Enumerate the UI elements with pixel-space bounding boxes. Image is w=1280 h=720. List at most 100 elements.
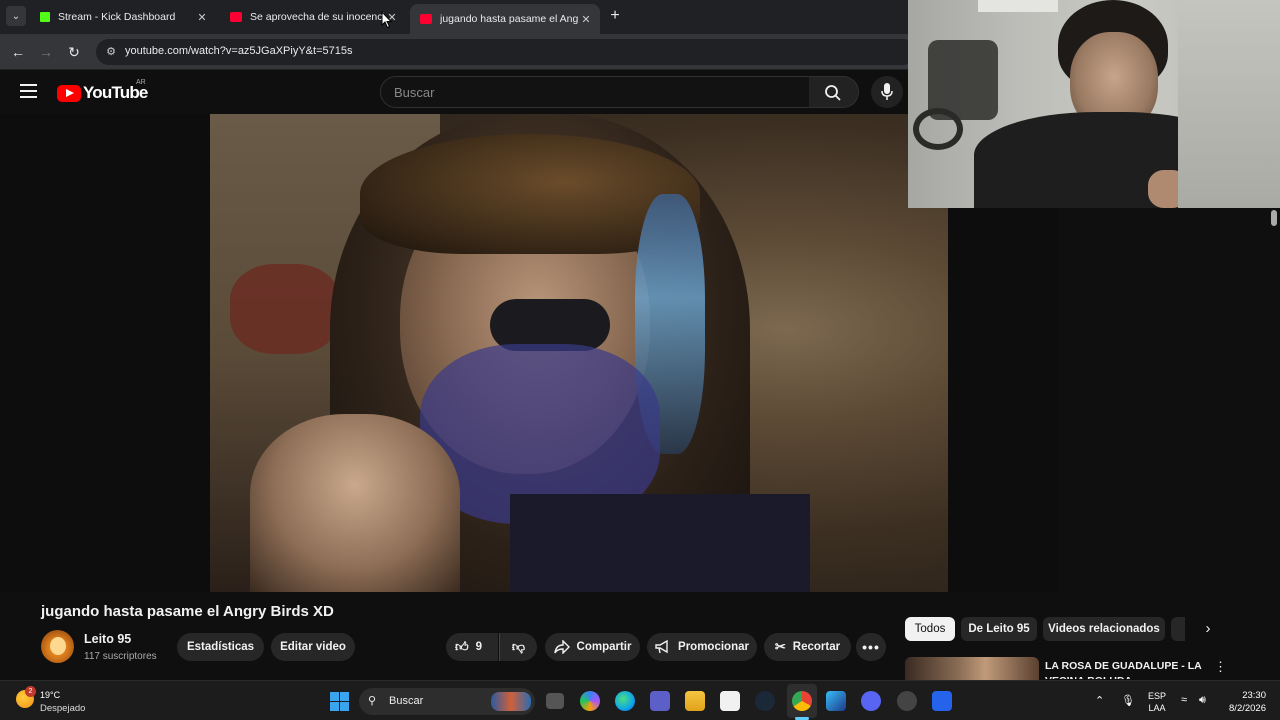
wifi-icon[interactable]: ≈ [1181,694,1187,706]
chip-videos-relacionados[interactable]: Videos relacionados [1043,617,1165,641]
chevron-right-icon[interactable]: › [1196,617,1220,641]
clock-time: 23:30 [1242,690,1266,701]
photos-icon[interactable] [826,691,846,711]
chip-de-leito-95[interactable]: De Leito 95 [961,617,1037,641]
input-language[interactable]: ESP LAA [1148,690,1166,714]
search-icon [825,85,841,101]
chip-partial[interactable] [1171,617,1185,641]
microphone-icon [881,83,893,100]
video-title: jugando hasta pasame el Angry Birds XD [41,603,334,620]
recommendation-thumbnail[interactable] [905,657,1039,680]
youtube-logo-text: YouTube [83,83,148,102]
system-clock[interactable]: 23:30 8/2/2026 [1222,689,1266,715]
search-input[interactable]: Buscar [380,76,810,108]
weather-condition[interactable]: Despejado [40,703,85,714]
new-tab-icon[interactable]: + [606,7,624,25]
youtube-play-icon [57,84,81,102]
chrome-icon[interactable] [792,691,812,711]
kick-icon [40,12,50,22]
clip-button[interactable]: ✂ Recortar [764,633,851,661]
promote-button[interactable]: Promocionar [647,633,757,661]
youtube-icon [420,14,432,24]
copilot-icon[interactable] [580,691,600,711]
close-tab-icon[interactable]: ✕ [194,11,210,24]
tab-title: Stream - Kick Dashboard [58,11,176,23]
promote-button-label: Promocionar [678,641,749,653]
forward-arrow-icon[interactable]: → [36,42,56,62]
recommendation-title[interactable]: LA ROSA DE GUADALUPE - LA VECINA BOLUDA [1045,659,1205,679]
share-icon [553,640,570,654]
edge-browser-icon[interactable] [615,691,635,711]
webcam-overlay [908,0,1280,208]
megaphone-icon [655,640,668,654]
keyboard-layout: LAA [1148,703,1166,713]
teams-icon[interactable] [650,691,670,711]
clip-button-label: Recortar [792,641,841,653]
youtube-logo[interactable]: YouTube AR [57,79,148,103]
tab-se-aprovecha[interactable]: Se aprovecha de su inocencia ✕ [220,4,406,30]
close-tab-icon[interactable]: ✕ [578,13,594,26]
channel-avatar[interactable] [41,630,74,663]
mouse-cursor-icon [381,11,393,29]
taskbar-search-label: Buscar [389,695,424,707]
tab-jugando-angry-birds[interactable]: jugando hasta pasame el Angry ✕ [410,4,600,34]
voice-search-button[interactable] [871,76,903,108]
notification-badge: 2 [25,686,36,697]
discord-icon[interactable] [861,691,881,711]
channel-name[interactable]: Leito 95 [84,632,131,646]
thumbs-down-icon: 👎︎ [511,639,526,654]
country-code: AR [136,79,146,86]
back-arrow-icon[interactable]: ← [8,42,28,62]
edit-video-button-label: Editar video [280,641,346,653]
chip-todos[interactable]: Todos [905,617,955,641]
windows-start-icon[interactable] [330,692,349,711]
stats-button[interactable]: Estadísticas [177,633,264,661]
page-scrollbar[interactable] [1268,208,1280,678]
subscriber-count: 117 suscriptores [84,651,157,662]
taskbar-search[interactable]: ⚲ Buscar [359,688,535,715]
steam-icon[interactable] [755,691,775,711]
like-count: 9 [475,641,482,653]
language-code: ESP [1148,691,1167,701]
reload-icon[interactable]: ↻ [64,42,84,62]
obs-icon[interactable] [897,691,917,711]
edit-video-button[interactable]: Editar video [271,633,355,661]
tab-kick-dashboard[interactable]: Stream - Kick Dashboard ✕ [30,4,216,30]
show-hidden-icons-icon[interactable]: ⌃ [1095,694,1104,707]
video-player[interactable] [0,114,1058,592]
share-button[interactable]: Compartir [545,633,640,661]
volume-icon[interactable]: 🔊︎ [1199,694,1206,707]
dislike-button[interactable]: 👎︎ [499,633,537,661]
microphone-icon[interactable]: 🎙︎ [1121,694,1135,707]
share-button-label: Compartir [576,641,632,653]
microsoft-store-icon[interactable] [720,691,740,711]
windows-taskbar: 2 19°C Despejado ⚲ Buscar ⌃ 🎙︎ ESP LAA ≈… [0,680,1280,720]
weather-temperature[interactable]: 19°C [40,690,60,700]
chip-label: Todos [914,623,946,635]
more-actions-button[interactable]: ••• [856,633,886,661]
search-highlight-image [491,692,531,711]
stats-button-label: Estadísticas [186,641,255,653]
file-explorer-icon[interactable] [685,691,705,711]
search-placeholder: Buscar [394,85,435,100]
tab-title: jugando hasta pasame el Angry [440,13,578,25]
youtube-icon [230,12,242,22]
menu-icon[interactable] [20,84,37,98]
task-view-icon[interactable] [546,693,564,709]
address-bar[interactable]: ⚙ youtube.com/watch?v=az5JGaXPiyY&t=5715… [96,39,916,65]
chip-label: Videos relacionados [1048,623,1160,635]
chip-label: De Leito 95 [968,623,1030,635]
video-frame [210,114,948,592]
search-button[interactable] [809,76,859,108]
thumbs-up-icon: 👍︎ [455,639,469,654]
like-button[interactable]: 👍︎ 9 [446,633,498,661]
clock-date: 8/2/2026 [1229,703,1266,714]
scrollbar-thumb[interactable] [1271,210,1277,226]
more-vertical-icon[interactable]: ⋮ [1214,659,1227,675]
scissors-icon: ✂ [774,639,786,654]
search-icon: ⚲ [368,695,377,707]
tab-search-dropdown-icon[interactable]: ⌄ [6,6,26,26]
site-settings-icon[interactable]: ⚙ [104,45,118,59]
more-horizontal-icon: ••• [862,639,880,655]
app-icon[interactable] [932,691,952,711]
